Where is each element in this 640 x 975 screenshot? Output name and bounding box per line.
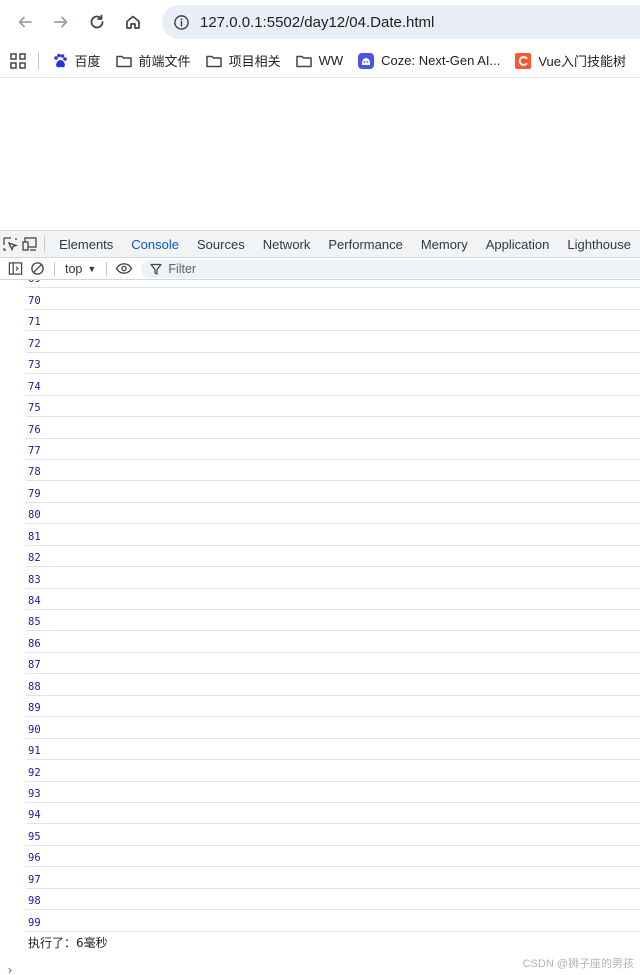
coze-icon bbox=[357, 52, 375, 70]
bookmark-folder-frontend[interactable]: 前端文件 bbox=[115, 51, 191, 70]
console-log-line: 98 bbox=[26, 889, 640, 911]
console-log-line: 81 bbox=[26, 524, 640, 546]
console-log-line: 72 bbox=[26, 331, 640, 353]
browser-toolbar: 127.0.0.1:5502/day12/04.Date.html bbox=[0, 0, 640, 44]
bookmark-folder-projects[interactable]: 项目相关 bbox=[205, 51, 281, 70]
forward-button[interactable] bbox=[44, 5, 78, 39]
tab-network[interactable]: Network bbox=[254, 231, 320, 257]
filter-input[interactable]: Filter bbox=[141, 259, 640, 278]
console-log-line: 86 bbox=[26, 631, 640, 653]
caret-down-icon: ▼ bbox=[87, 263, 97, 274]
inspect-element-icon[interactable] bbox=[0, 231, 20, 257]
console-log: 6970717273747576777879808182838485868788… bbox=[0, 280, 640, 963]
apps-grid-icon[interactable] bbox=[10, 51, 26, 71]
home-icon bbox=[126, 15, 140, 29]
url-text: 127.0.0.1:5502/day12/04.Date.html bbox=[200, 13, 435, 31]
arrow-right-icon bbox=[54, 16, 68, 28]
folder-icon bbox=[115, 52, 133, 70]
console-prompt[interactable]: › bbox=[8, 963, 12, 975]
bookmark-folder-ww[interactable]: WW bbox=[295, 52, 344, 70]
watermark: CSDN @狮子座的男孩 bbox=[522, 958, 634, 970]
console-log-line: 77 bbox=[26, 439, 640, 460]
baidu-paw-icon bbox=[51, 52, 69, 70]
console-log-line: 84 bbox=[26, 589, 640, 610]
folder-icon bbox=[205, 52, 223, 70]
clear-console-icon[interactable] bbox=[26, 259, 48, 279]
tab-memory[interactable]: Memory bbox=[412, 231, 477, 257]
console-log-line: 83 bbox=[26, 567, 640, 589]
console-log-line: 75 bbox=[26, 396, 640, 418]
console-log-line: 69 bbox=[26, 280, 640, 289]
arrow-left-icon bbox=[18, 16, 32, 28]
console-log-line: 80 bbox=[26, 503, 640, 525]
console-log-line: 93 bbox=[26, 782, 640, 803]
bookmark-label: 项目相关 bbox=[228, 54, 281, 69]
console-log-line: 79 bbox=[26, 481, 640, 503]
tab-console[interactable]: Console bbox=[122, 231, 188, 257]
bookmark-baidu[interactable]: 百度 bbox=[51, 51, 101, 70]
csdn-icon bbox=[514, 52, 532, 70]
tab-application[interactable]: Application bbox=[477, 231, 559, 257]
tab-lighthouse[interactable]: Lighthouse bbox=[558, 231, 640, 257]
context-selector[interactable]: top ▼ bbox=[61, 262, 100, 276]
address-bar[interactable]: 127.0.0.1:5502/day12/04.Date.html bbox=[162, 5, 640, 39]
console-log-line: 99 bbox=[26, 910, 640, 932]
bookmark-vue[interactable]: Vue入门技能树 bbox=[514, 51, 626, 70]
console-log-line: 73 bbox=[26, 353, 640, 375]
console-toolbar-divider bbox=[54, 261, 55, 276]
bookmarks-divider bbox=[38, 51, 39, 70]
tab-performance[interactable]: Performance bbox=[319, 231, 411, 257]
console-log-list: 6970717273747576777879808182838485868788… bbox=[0, 280, 640, 953]
bookmark-label: 前端文件 bbox=[138, 54, 191, 69]
reload-icon bbox=[90, 14, 104, 29]
console-log-line: 95 bbox=[26, 824, 640, 846]
back-button[interactable] bbox=[8, 5, 42, 39]
reload-button[interactable] bbox=[80, 5, 114, 39]
console-log-line: 90 bbox=[26, 717, 640, 739]
bookmark-label: Coze: Next-Gen AI... bbox=[381, 53, 501, 68]
console-log-line: 89 bbox=[26, 696, 640, 718]
bookmark-label: Vue入门技能树 bbox=[538, 54, 626, 69]
tab-sources[interactable]: Sources bbox=[188, 231, 254, 257]
console-log-line: 91 bbox=[26, 739, 640, 761]
console-log-line: 71 bbox=[26, 310, 640, 332]
console-log-line: 76 bbox=[26, 417, 640, 439]
page-viewport bbox=[0, 78, 640, 230]
tab-elements[interactable]: Elements bbox=[50, 231, 122, 257]
tab-strip-divider bbox=[44, 236, 46, 252]
bookmark-coze[interactable]: Coze: Next-Gen AI... bbox=[357, 52, 500, 70]
console-log-line: 94 bbox=[26, 803, 640, 825]
devtools-tab-strip: Elements Console Sources Network Perform… bbox=[0, 230, 640, 258]
console-toolbar: top ▼ Filter bbox=[0, 258, 640, 280]
console-log-line: 88 bbox=[26, 674, 640, 696]
console-log-line: 92 bbox=[26, 760, 640, 782]
folder-icon bbox=[295, 52, 313, 70]
console-log-line: 78 bbox=[26, 460, 640, 482]
console-log-line: 96 bbox=[26, 846, 640, 868]
home-button[interactable] bbox=[116, 5, 150, 39]
console-log-line: 97 bbox=[26, 867, 640, 889]
console-toolbar-divider bbox=[106, 261, 108, 276]
console-log-line: 70 bbox=[26, 288, 640, 310]
context-label: top bbox=[65, 261, 83, 276]
console-log-line: 74 bbox=[26, 374, 640, 396]
sidebar-toggle-icon[interactable] bbox=[4, 259, 26, 279]
bookmarks-bar: 百度 前端文件 项目相关 WW Coze: Next-Gen AI... Vue… bbox=[0, 44, 640, 78]
site-info-icon[interactable] bbox=[170, 11, 192, 33]
console-log-line: 85 bbox=[26, 610, 640, 632]
console-log-line: 82 bbox=[26, 546, 640, 568]
console-message: 执行了：6毫秒 bbox=[28, 935, 108, 950]
live-expression-eye-icon[interactable] bbox=[113, 259, 135, 279]
device-toolbar-icon[interactable] bbox=[20, 231, 40, 257]
bookmark-label: 百度 bbox=[74, 54, 101, 69]
filter-funnel-icon bbox=[150, 263, 162, 275]
console-log-line: 87 bbox=[26, 653, 640, 675]
filter-placeholder: Filter bbox=[168, 261, 197, 276]
bookmark-label: WW bbox=[318, 53, 344, 68]
